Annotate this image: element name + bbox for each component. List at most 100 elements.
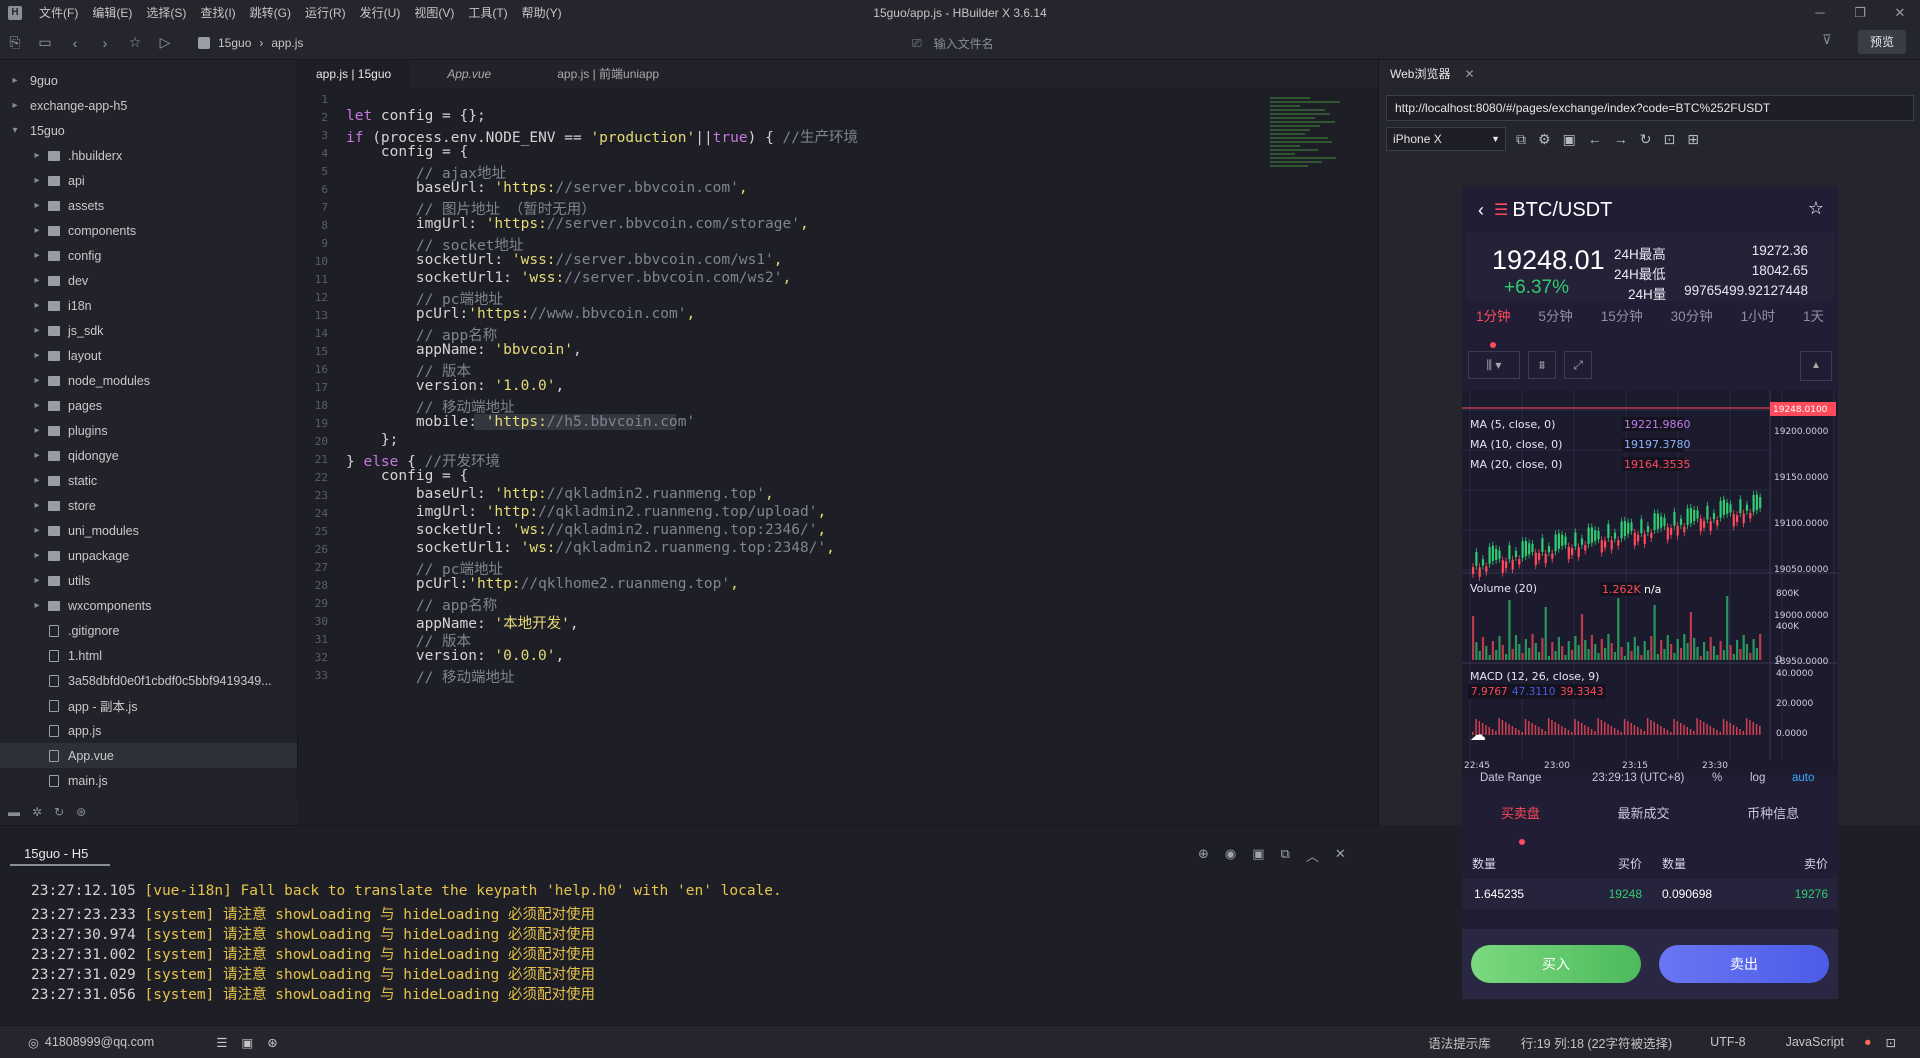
code-line[interactable]: imgUrl: 'http://qkladmin2.ruanmeng.top/u… xyxy=(346,504,826,520)
tree-item[interactable]: .gitignore xyxy=(0,618,297,643)
tree-item[interactable]: ▸ static xyxy=(0,468,297,493)
run-icon[interactable]: ▷ xyxy=(150,34,180,51)
code-line[interactable]: socketUrl1: 'wss://server.bbvcoin.com/ws… xyxy=(346,270,791,286)
menu-run[interactable]: 运行(R) xyxy=(298,0,353,26)
tree-item[interactable]: ▸ plugins xyxy=(0,418,297,443)
tree-item[interactable]: ▾ 15guo xyxy=(0,118,297,143)
code-line[interactable]: pcUrl:'http://qklhome2.ruanmeng.top', xyxy=(346,576,739,592)
tree-item[interactable]: ▸ assets xyxy=(0,193,297,218)
reload-icon[interactable]: ↻ xyxy=(1640,127,1652,151)
stop-icon[interactable]: ◉ xyxy=(1225,846,1236,865)
tree-item[interactable]: ▸ js_sdk xyxy=(0,318,297,343)
menu-publish[interactable]: 发行(U) xyxy=(353,0,408,26)
tree-item[interactable]: ▸ wxcomponents xyxy=(0,593,297,618)
code-line[interactable]: socketUrl: 'ws://qkladmin2.ruanmeng.top:… xyxy=(346,522,826,538)
chevron-right-icon[interactable]: ▸ xyxy=(30,350,44,361)
forward-icon[interactable]: → xyxy=(1614,127,1628,151)
tree-item[interactable]: App.vue xyxy=(0,743,297,768)
preview-button[interactable]: 预览 xyxy=(1858,30,1906,54)
tab-web-browser[interactable]: Web浏览器 ✕ xyxy=(1378,60,1487,88)
auto-toggle[interactable]: auto xyxy=(1792,772,1814,784)
file-language[interactable]: JavaScript xyxy=(1786,1035,1844,1049)
menu-lines-icon[interactable]: ☰ xyxy=(1494,200,1508,220)
tree-item[interactable]: ▸ layout xyxy=(0,343,297,368)
tree-item[interactable]: ▸ uni_modules xyxy=(0,518,297,543)
screenshot-icon[interactable]: ⧉ xyxy=(1516,127,1526,151)
close-panel-icon[interactable]: ✕ xyxy=(1335,846,1346,865)
chevron-right-icon[interactable]: ▸ xyxy=(30,550,44,561)
tree-item[interactable]: ▸ api xyxy=(0,168,297,193)
date-range-button[interactable]: Date Range xyxy=(1480,772,1541,784)
code-line[interactable]: }; xyxy=(346,432,398,448)
orderbook-row[interactable]: 1.645235 19248 0.090698 19276 xyxy=(1462,879,1838,909)
chevron-right-icon[interactable]: ▸ xyxy=(30,500,44,511)
tree-item[interactable]: app - 副本.js xyxy=(0,693,297,718)
menu-help[interactable]: 帮助(Y) xyxy=(515,0,569,26)
menu-view[interactable]: 视图(V) xyxy=(407,0,461,26)
back-icon[interactable]: ← xyxy=(1588,127,1602,151)
tree-item[interactable]: ▸ unpackage xyxy=(0,543,297,568)
minimap[interactable] xyxy=(1270,95,1360,215)
menu-select[interactable]: 选择(S) xyxy=(139,0,193,26)
tree-item[interactable]: ▸ node_modules xyxy=(0,368,297,393)
chevron-right-icon[interactable]: ▸ xyxy=(30,200,44,211)
tree-item[interactable]: ▸ pages xyxy=(0,393,297,418)
minimize-icon[interactable]: ─ xyxy=(1800,0,1840,26)
tree-item[interactable]: 3a58dbfd0e0f1cbdf0c5bbf9419349... xyxy=(0,668,297,693)
chevron-right-icon[interactable]: ▸ xyxy=(30,175,44,186)
star-icon[interactable]: ☆ xyxy=(120,34,150,51)
tree-item[interactable]: ▸ .hbuilderx xyxy=(0,143,297,168)
sell-button[interactable]: 卖出 xyxy=(1659,945,1829,983)
console-tab[interactable]: 15guo - H5 xyxy=(10,842,110,866)
tree-item[interactable]: ▸ components xyxy=(0,218,297,243)
plugin-icon[interactable]: ⊛ xyxy=(267,1035,277,1050)
tree-item[interactable]: ▸ i18n xyxy=(0,293,297,318)
chevron-right-icon[interactable]: ▸ xyxy=(30,400,44,411)
outline-icon[interactable]: ☰ xyxy=(216,1035,227,1050)
breadcrumb-file[interactable]: app.js xyxy=(271,36,303,50)
orderbook-tab[interactable]: 最新成交 xyxy=(1617,803,1669,833)
code-line[interactable]: let config = {}; xyxy=(346,108,486,124)
menu-file[interactable]: 文件(F) xyxy=(32,0,85,26)
tree-item[interactable]: app.js xyxy=(0,718,297,743)
chevron-down-icon[interactable]: ▾ xyxy=(8,125,22,136)
chevron-right-icon[interactable]: ▸ xyxy=(30,425,44,436)
tab-appjs-uniapp[interactable]: app.js | 前端uniapp xyxy=(529,60,687,88)
menu-goto[interactable]: 跳转(G) xyxy=(243,0,298,26)
chevron-right-icon[interactable]: ▸ xyxy=(30,375,44,386)
interval-tab[interactable]: 30分钟 xyxy=(1671,305,1713,335)
orderbook-tab[interactable]: 币种信息 xyxy=(1747,803,1799,833)
file-encoding[interactable]: UTF-8 xyxy=(1710,1035,1745,1049)
maximize-icon[interactable]: ︿ xyxy=(1306,846,1319,865)
chevron-right-icon[interactable]: ▸ xyxy=(30,250,44,261)
file-search[interactable]: ⎚ 输入文件名 xyxy=(900,32,1460,54)
tree-item[interactable]: main.js xyxy=(0,768,297,793)
star-icon[interactable]: ☆ xyxy=(1808,198,1824,219)
chevron-right-icon[interactable]: ▸ xyxy=(30,300,44,311)
plugin-icon[interactable]: ⊛ xyxy=(76,805,86,819)
clear-icon[interactable]: ▣ xyxy=(1252,846,1264,865)
chevron-right-icon[interactable]: ▸ xyxy=(30,325,44,336)
chevron-right-icon[interactable]: ▸ xyxy=(30,150,44,161)
chevron-right-icon[interactable]: ▸ xyxy=(30,525,44,536)
tree-item[interactable]: ▸ exchange-app-h5 xyxy=(0,93,297,118)
code-line[interactable]: socketUrl: 'wss://server.bbvcoin.com/ws1… xyxy=(346,252,783,268)
tree-item[interactable]: ▸ dev xyxy=(0,268,297,293)
chevron-right-icon[interactable]: ▸ xyxy=(8,100,22,111)
tree-item[interactable]: ▸ store xyxy=(0,493,297,518)
interval-tab[interactable]: 15分钟 xyxy=(1601,305,1643,335)
user-account[interactable]: 41808999@qq.com xyxy=(45,1035,154,1049)
code-line[interactable]: version: '0.0.0', xyxy=(346,648,564,664)
chevron-right-icon[interactable]: ▸ xyxy=(30,600,44,611)
chevron-right-icon[interactable]: ▸ xyxy=(30,475,44,486)
candle-type-icon[interactable]: ⫼ ▾ xyxy=(1468,351,1520,379)
code-line[interactable]: appName: 'bbvcoin', xyxy=(346,342,582,358)
restore-icon[interactable]: ❐ xyxy=(1840,0,1880,26)
back-icon[interactable]: ‹ xyxy=(60,35,90,51)
tree-item[interactable]: ▸ 9guo xyxy=(0,68,297,93)
back-arrow-icon[interactable]: ‹ xyxy=(1478,200,1484,221)
interval-tab[interactable]: 5分钟 xyxy=(1538,305,1573,335)
fullscreen-icon[interactable]: ⤢ xyxy=(1564,351,1592,379)
tasks-icon[interactable]: ⊡ xyxy=(1886,1035,1896,1050)
notification-icon[interactable]: ● xyxy=(1864,1035,1872,1049)
